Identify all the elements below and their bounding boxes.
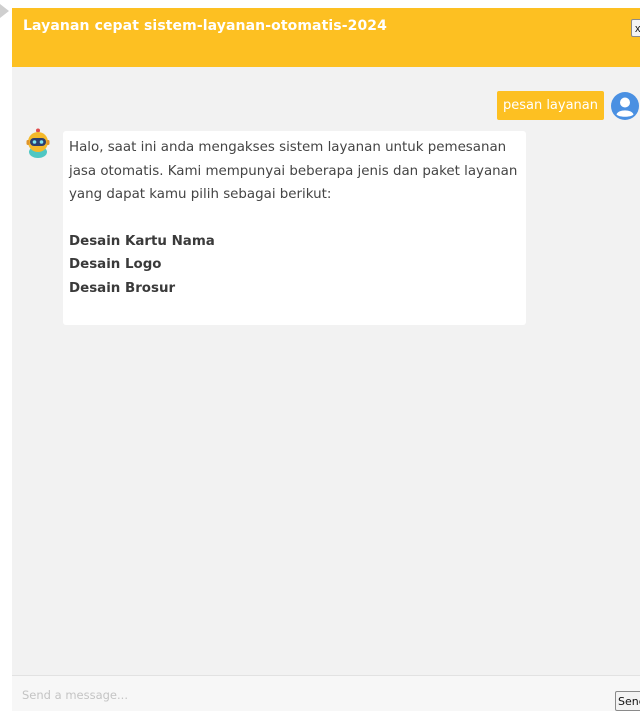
- robot-icon: [22, 128, 54, 160]
- service-item-brosur: Desain Brosur: [69, 280, 176, 296]
- close-button[interactable]: x: [631, 19, 640, 37]
- message-input-bar: Send: [12, 675, 640, 711]
- corner-marker: [0, 4, 9, 18]
- send-button[interactable]: Send: [615, 691, 640, 711]
- user-message-row: pesan layanan: [12, 90, 640, 122]
- bot-message-bubble: Halo, saat ini anda mengakses sistem lay…: [63, 131, 526, 325]
- page: Layanan cepat sistem-layanan-otomatis-20…: [0, 0, 640, 711]
- message-input[interactable]: [22, 684, 582, 706]
- service-item-logo: Desain Logo: [69, 257, 162, 272]
- service-item-kartu-nama: Desain Kartu Nama: [69, 233, 215, 249]
- chat-header: Layanan cepat sistem-layanan-otomatis-20…: [12, 8, 640, 67]
- chat-window: Layanan cepat sistem-layanan-otomatis-20…: [12, 8, 640, 711]
- chat-title: Layanan cepat sistem-layanan-otomatis-20…: [23, 18, 387, 34]
- bot-intro-text: Halo, saat ini anda mengakses sistem lay…: [69, 140, 518, 202]
- user-avatar-icon: [611, 92, 639, 120]
- user-message-bubble: pesan layanan: [496, 91, 604, 120]
